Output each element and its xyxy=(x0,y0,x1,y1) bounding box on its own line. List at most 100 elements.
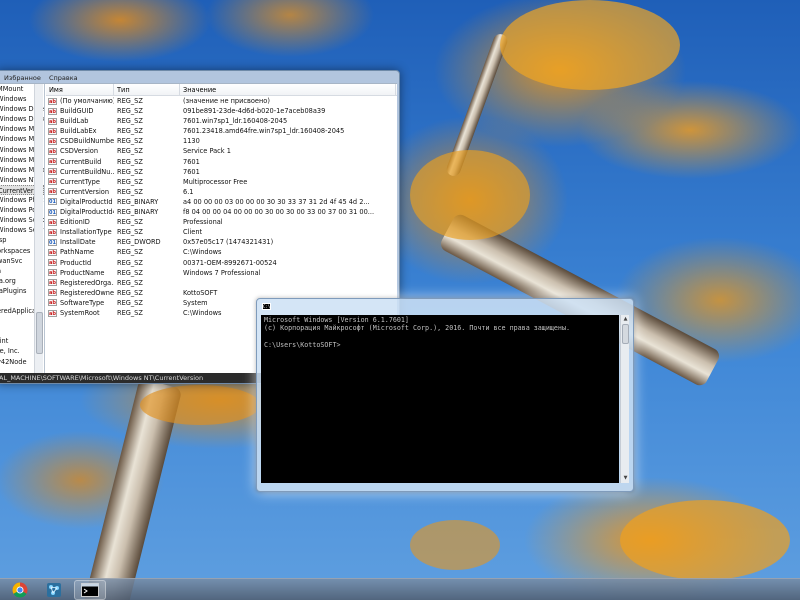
value-name-cell: 01 InstallDate xyxy=(46,237,114,247)
column-name[interactable]: Имя xyxy=(46,84,114,95)
string-value-icon: ab xyxy=(48,309,57,317)
table-row[interactable]: ab EditionID REG_SZ Professional xyxy=(46,217,397,227)
table-row[interactable]: ab CurrentBuildNu... REG_SZ 7601 xyxy=(46,167,397,177)
table-row[interactable]: 01 InstallDate REG_DWORD 0x57e05c17 (147432… xyxy=(46,237,397,247)
value-data: (значение не присвоено) xyxy=(183,97,270,105)
value-name: RegisteredOrga... xyxy=(59,278,114,287)
table-row[interactable]: ab CSDBuildNumber REG_SZ 1130 xyxy=(46,136,397,146)
string-value-icon: ab xyxy=(48,148,57,156)
value-name-cell: ab CSDVersion xyxy=(46,146,114,156)
value-type: REG_SZ xyxy=(117,147,143,156)
value-data: f8 04 00 00 04 00 00 00 30 00 30 00 33 0… xyxy=(183,208,375,217)
value-name: DigitalProductId xyxy=(60,197,113,206)
value-data: 7601.23418.amd64fre.win7sp1_ldr.160408-2… xyxy=(183,127,345,136)
table-row[interactable]: ab (По умолчанию) REG_SZ (значение не присв… xyxy=(46,96,397,106)
taskbar-tool-button[interactable] xyxy=(38,580,70,600)
table-row[interactable]: ab ProductId REG_SZ 00371-OEM-8992671-00524 xyxy=(46,258,397,268)
value-data: 7601 xyxy=(183,167,200,176)
console-scrollbar[interactable]: ▲ ▼ xyxy=(620,315,629,483)
table-row[interactable]: ab InstallationType REG_SZ Client xyxy=(46,227,397,237)
console-line: C:\Users\KottoSOFT> xyxy=(264,341,341,350)
value-name: (По умолчанию) xyxy=(59,97,114,105)
table-row[interactable]: 01 DigitalProductId4 REG_BINARY f8 04 00 00… xyxy=(46,207,397,217)
value-data: 00371-OEM-8992671-00524 xyxy=(183,258,277,267)
foliage xyxy=(140,385,260,425)
value-data: Service Pack 1 xyxy=(183,147,231,156)
string-value-icon: ab xyxy=(48,127,57,135)
value-type: REG_SZ xyxy=(117,218,143,227)
cmd-app-icon: C:\ xyxy=(262,303,271,310)
value-data: Multiprocessor Free xyxy=(183,177,248,186)
value-name-cell: ab RegisteredOwner xyxy=(46,288,114,298)
table-row[interactable]: ab CurrentType REG_SZ Multiprocessor Free xyxy=(46,177,397,187)
table-row[interactable]: ab CurrentBuild REG_SZ 7601 xyxy=(46,157,397,167)
value-type: REG_SZ xyxy=(117,187,143,196)
taskbar-cmd-button[interactable] xyxy=(74,580,106,600)
scroll-down-icon[interactable]: ▼ xyxy=(622,475,629,482)
cmd-icon xyxy=(81,583,99,597)
value-name-cell: ab EditionID xyxy=(46,217,114,227)
column-value[interactable]: Значение xyxy=(180,84,396,95)
foliage xyxy=(410,520,500,570)
value-name-cell: ab InstallationType xyxy=(46,227,114,237)
value-name: CurrentBuild xyxy=(60,157,102,166)
table-row[interactable]: ab BuildLab REG_SZ 7601.win7sp1_ldr.160408-… xyxy=(46,116,397,126)
table-row[interactable]: ab BuildGUID REG_SZ 091be891-23de-4d6d-b020… xyxy=(46,106,397,116)
tree-scrollbar-thumb[interactable] xyxy=(36,312,43,354)
value-type: REG_SZ xyxy=(117,137,143,146)
value-data: 1130 xyxy=(183,137,200,146)
table-row[interactable]: ab PathName REG_SZ C:\Windows xyxy=(46,247,397,257)
value-name-cell: ab PathName xyxy=(46,247,114,257)
console-line: (c) Корпорация Майкрософт (Microsoft Cor… xyxy=(264,324,570,333)
string-value-icon: ab xyxy=(48,168,57,176)
value-data: a4 00 00 00 03 00 00 00 30 30 33 37 31 2… xyxy=(183,197,370,206)
table-row[interactable]: ab RegisteredOwner REG_SZ KottoSOFT xyxy=(46,288,397,298)
value-name: EditionID xyxy=(60,218,90,227)
string-value-icon: ab xyxy=(48,218,57,226)
value-type: REG_SZ xyxy=(117,127,143,136)
console-scrollbar-thumb[interactable] xyxy=(622,324,629,344)
value-type: REG_SZ xyxy=(117,228,143,237)
value-name: InstallationType xyxy=(60,228,112,237)
value-type: REG_SZ xyxy=(117,107,143,116)
value-name-cell: 01 DigitalProductId4 xyxy=(46,207,114,217)
table-row[interactable]: ab CurrentVersion REG_SZ 6.1 xyxy=(46,187,397,197)
value-data: 0x57e05c17 (1474321431) xyxy=(183,238,274,247)
string-value-icon: ab xyxy=(48,248,57,256)
value-data: 7601.win7sp1_ldr.160408-2045 xyxy=(183,117,288,126)
column-type[interactable]: Тип xyxy=(114,84,180,95)
table-row[interactable]: ab RegisteredOrga... REG_SZ xyxy=(46,278,397,288)
value-data: Windows 7 Professional xyxy=(183,268,261,277)
value-name-cell: ab RegisteredOrga... xyxy=(46,278,114,288)
table-row[interactable]: ab CSDVersion REG_SZ Service Pack 1 xyxy=(46,146,397,156)
table-row[interactable]: ab BuildLabEx REG_SZ 7601.23418.amd64fre.wi… xyxy=(46,126,397,136)
command-prompt-window[interactable]: C:\ Microsoft Windows [Version 6.1.7601]… xyxy=(256,298,634,492)
value-name: BuildLab xyxy=(60,117,89,126)
console-output[interactable]: Microsoft Windows [Version 6.1.7601] (c) … xyxy=(261,315,619,483)
value-type: REG_SZ xyxy=(117,288,143,297)
value-data: Client xyxy=(183,228,203,237)
binary-value-icon: 01 xyxy=(48,208,57,216)
table-row[interactable]: 01 DigitalProductId REG_BINARY a4 00 00 00 … xyxy=(46,197,397,207)
value-type: REG_SZ xyxy=(117,258,143,267)
value-name: SystemRoot xyxy=(60,308,100,317)
console-line: Microsoft Windows [Version 6.1.7601] xyxy=(264,316,409,324)
value-type: REG_SZ xyxy=(117,248,143,257)
value-name: BuildGUID xyxy=(60,107,94,116)
value-data: 7601 xyxy=(183,157,200,166)
value-type: REG_BINARY xyxy=(117,197,159,206)
menu-favorites[interactable]: Избранное xyxy=(4,74,41,82)
binary-value-icon: 01 xyxy=(48,238,57,246)
taskbar-chrome-button[interactable] xyxy=(4,580,36,600)
value-name: CSDBuildNumber xyxy=(59,137,114,146)
value-type: REG_SZ xyxy=(117,97,143,105)
value-type: REG_SZ xyxy=(117,268,143,277)
scroll-up-icon[interactable]: ▲ xyxy=(622,316,629,323)
cmd-titlebar[interactable]: C:\ xyxy=(257,299,633,314)
tree-scrollbar[interactable] xyxy=(34,84,43,376)
value-name: CSDVersion xyxy=(60,147,98,156)
string-value-icon: ab xyxy=(48,269,57,277)
menu-help[interactable]: Справка xyxy=(49,74,78,82)
taskbar xyxy=(0,578,800,600)
table-row[interactable]: ab ProductName REG_SZ Windows 7 Professiona… xyxy=(46,268,397,278)
